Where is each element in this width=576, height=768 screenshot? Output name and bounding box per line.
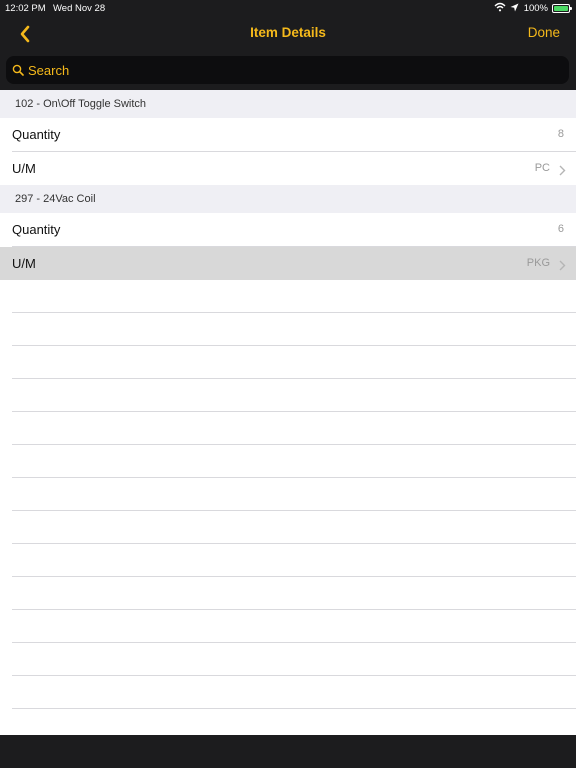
row-value: PC: [534, 162, 550, 174]
row-separator: [12, 411, 576, 412]
quantity-row[interactable]: Quantity 6: [0, 213, 576, 246]
row-separator: [12, 378, 576, 379]
search-bar: Search: [0, 54, 576, 90]
row-separator: [12, 708, 576, 709]
page-title: Item Details: [250, 25, 326, 40]
row-separator: [12, 477, 576, 478]
done-button[interactable]: Done: [528, 25, 560, 40]
battery-icon: [552, 4, 572, 13]
row-label: Quantity: [12, 222, 61, 237]
row-separator: [12, 543, 576, 544]
section-header: 102 - On\Off Toggle Switch: [0, 90, 576, 118]
location-icon: [510, 3, 519, 15]
chevron-right-icon: [559, 163, 566, 181]
wifi-icon: [494, 2, 506, 15]
row-separator: [12, 312, 576, 313]
row-separator: [12, 345, 576, 346]
search-icon: [12, 63, 24, 81]
row-separator: [12, 510, 576, 511]
quantity-row[interactable]: Quantity 8: [0, 118, 576, 151]
unit-of-measure-row[interactable]: U/M PKG: [0, 247, 576, 280]
bottom-toolbar: [0, 735, 576, 768]
status-bar: 12:02 PM Wed Nov 28 100%: [0, 0, 576, 16]
row-label: U/M: [12, 161, 36, 176]
status-indicators: 100%: [494, 2, 572, 15]
row-separator: [12, 609, 576, 610]
section-header: 297 - 24Vac Coil: [0, 185, 576, 213]
row-separator: [12, 444, 576, 445]
status-date: Wed Nov 28: [53, 3, 106, 14]
battery-percentage: 100%: [523, 3, 548, 14]
row-separator: [12, 675, 576, 676]
row-label: Quantity: [12, 127, 61, 142]
section-header-label: 297 - 24Vac Coil: [15, 193, 96, 205]
search-input[interactable]: Search: [6, 56, 569, 84]
chevron-right-icon: [559, 258, 566, 276]
section-header-label: 102 - On\Off Toggle Switch: [15, 98, 147, 110]
row-value: 8: [557, 128, 564, 140]
row-value: PKG: [526, 257, 550, 269]
row-label: U/M: [12, 256, 36, 271]
row-value: 6: [557, 223, 564, 235]
unit-of-measure-row[interactable]: U/M PC: [0, 152, 576, 185]
navigation-bar: Item Details Done: [0, 16, 576, 54]
search-placeholder: Search: [28, 63, 70, 78]
row-separator: [12, 576, 576, 577]
status-time: 12:02 PM: [5, 3, 46, 14]
row-separator: [12, 642, 576, 643]
